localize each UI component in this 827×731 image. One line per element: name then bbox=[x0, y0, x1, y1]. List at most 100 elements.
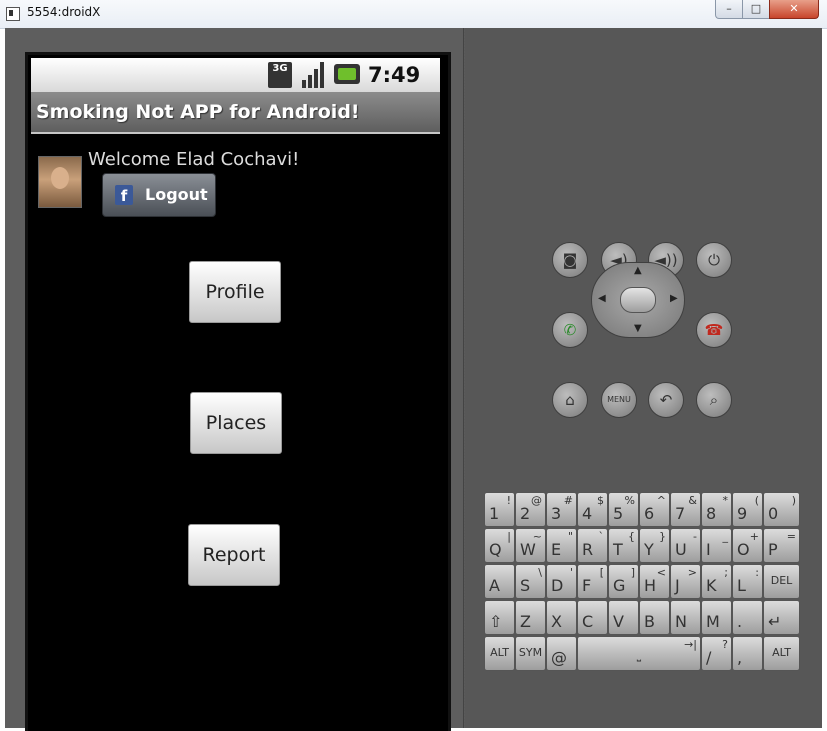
key-v[interactable]: V bbox=[608, 600, 639, 635]
key-alt-right[interactable]: ALT bbox=[763, 636, 800, 671]
key-label: ALT bbox=[772, 646, 791, 659]
key-delete[interactable]: DEL bbox=[763, 564, 800, 599]
key-label: V bbox=[613, 612, 624, 631]
key-o[interactable]: O + bbox=[732, 528, 763, 563]
key-b[interactable]: B bbox=[639, 600, 670, 635]
key-3[interactable]: 3 # bbox=[546, 492, 577, 527]
key-e[interactable]: E " bbox=[546, 528, 577, 563]
key-alt-label: " bbox=[567, 530, 573, 543]
key-label: I bbox=[706, 540, 711, 559]
dpad[interactable]: ▲ ▼ ◀ ▶ bbox=[591, 262, 685, 338]
key-sym[interactable]: SYM bbox=[515, 636, 546, 671]
battery-icon bbox=[334, 64, 360, 84]
key-u[interactable]: U- bbox=[670, 528, 701, 563]
minimize-button[interactable]: – bbox=[715, 0, 743, 19]
key-0[interactable]: 0) bbox=[763, 492, 800, 527]
key-alt-left[interactable]: ALT bbox=[484, 636, 515, 671]
key-y[interactable]: Y} bbox=[639, 528, 670, 563]
camera-icon[interactable]: ◙ bbox=[552, 242, 588, 278]
home-icon[interactable]: ⌂ bbox=[552, 382, 588, 418]
status-bar: 3G 7:49 PM bbox=[31, 58, 440, 109]
app-title: Smoking Not APP for Android! bbox=[36, 101, 360, 123]
key-label: ALT bbox=[490, 646, 509, 659]
maximize-button[interactable]: □ bbox=[742, 0, 770, 19]
key-alt-label: = bbox=[786, 530, 796, 543]
key-label: 2 bbox=[520, 504, 531, 523]
key-a[interactable]: A bbox=[484, 564, 515, 599]
key-d[interactable]: D ' bbox=[546, 564, 577, 599]
key-z[interactable]: Z bbox=[515, 600, 546, 635]
key-space[interactable]: ⎵ →| bbox=[577, 636, 701, 671]
key-7[interactable]: 7 & bbox=[670, 492, 701, 527]
key-label: @ bbox=[551, 648, 567, 667]
enter-icon: ↵ bbox=[768, 612, 782, 631]
profile-button[interactable]: Profile bbox=[189, 261, 281, 323]
places-button[interactable]: Places bbox=[190, 392, 282, 454]
key-label: S bbox=[520, 576, 531, 595]
back-icon[interactable]: ↶ bbox=[648, 382, 684, 418]
key-4[interactable]: 4 $ bbox=[577, 492, 608, 527]
key-p[interactable]: P = bbox=[763, 528, 800, 563]
key-shift[interactable]: ⇧ bbox=[484, 600, 515, 635]
key-slash[interactable]: /? bbox=[701, 636, 732, 671]
key-label: / bbox=[706, 648, 712, 667]
key-m[interactable]: M bbox=[701, 600, 732, 635]
key-q[interactable]: Q | bbox=[484, 528, 515, 563]
key-alt-label: + bbox=[749, 530, 759, 543]
key-label: 6 bbox=[644, 504, 655, 523]
key-comma[interactable]: , bbox=[732, 636, 763, 671]
key-label: 8 bbox=[706, 504, 717, 523]
close-button[interactable]: ✕ bbox=[769, 0, 819, 19]
key-at[interactable]: @ bbox=[546, 636, 577, 671]
key-f[interactable]: F[ bbox=[577, 564, 608, 599]
key-5[interactable]: 5% bbox=[608, 492, 639, 527]
key-i[interactable]: I _ bbox=[701, 528, 732, 563]
key-period[interactable]: . bbox=[732, 600, 763, 635]
key-h[interactable]: H < bbox=[639, 564, 670, 599]
key-label: T bbox=[613, 540, 623, 559]
power-icon[interactable]: ⏻ bbox=[696, 242, 732, 278]
dpad-down-icon[interactable]: ▼ bbox=[634, 323, 642, 334]
key-l[interactable]: L: bbox=[732, 564, 763, 599]
key-k[interactable]: K; bbox=[701, 564, 732, 599]
search-icon[interactable]: ⌕ bbox=[696, 382, 732, 418]
key-c[interactable]: C bbox=[577, 600, 608, 635]
key-8[interactable]: 8 * bbox=[701, 492, 732, 527]
dpad-left-icon[interactable]: ◀ bbox=[598, 293, 606, 304]
key-n[interactable]: N bbox=[670, 600, 701, 635]
key-label: H bbox=[644, 576, 657, 595]
key-label: A bbox=[489, 576, 500, 595]
dpad-right-icon[interactable]: ▶ bbox=[670, 293, 678, 304]
call-icon[interactable]: ✆ bbox=[552, 312, 588, 348]
key-alt-label: ! bbox=[506, 494, 511, 507]
key-s[interactable]: S \ bbox=[515, 564, 546, 599]
key-1[interactable]: 1! bbox=[484, 492, 515, 527]
end-call-icon[interactable]: ☎ bbox=[696, 312, 732, 348]
key-alt-label: ^ bbox=[656, 494, 666, 507]
key-enter[interactable]: ↵ bbox=[763, 600, 800, 635]
key-x[interactable]: X bbox=[546, 600, 577, 635]
key-label: DEL bbox=[770, 574, 793, 587]
report-button[interactable]: Report bbox=[188, 524, 280, 586]
logout-button[interactable]: f Logout bbox=[102, 173, 216, 217]
key-alt-label: \ bbox=[538, 566, 542, 579]
key-label: 5 bbox=[613, 504, 624, 523]
key-9[interactable]: 9( bbox=[732, 492, 763, 527]
dpad-up-icon[interactable]: ▲ bbox=[634, 265, 642, 276]
menu-button[interactable]: MENU bbox=[601, 382, 637, 418]
key-label: 1 bbox=[489, 504, 500, 523]
key-j[interactable]: J > bbox=[670, 564, 701, 599]
phone-screen: 3G 7:49 PM Smoking Not APP for Android! … bbox=[25, 52, 451, 731]
key-g[interactable]: G] bbox=[608, 564, 639, 599]
key-w[interactable]: W ~ bbox=[515, 528, 546, 563]
key-alt-label: ~ bbox=[532, 530, 542, 543]
key-2[interactable]: 2 @ bbox=[515, 492, 546, 527]
dpad-center-button[interactable] bbox=[620, 287, 656, 313]
space-icon: ⎵ bbox=[636, 649, 642, 662]
key-6[interactable]: 6 ^ bbox=[639, 492, 670, 527]
avatar-face bbox=[51, 167, 69, 189]
key-r[interactable]: R ` bbox=[577, 528, 608, 563]
key-t[interactable]: T{ bbox=[608, 528, 639, 563]
key-label: F bbox=[582, 576, 592, 595]
key-alt-label: - bbox=[693, 530, 697, 543]
